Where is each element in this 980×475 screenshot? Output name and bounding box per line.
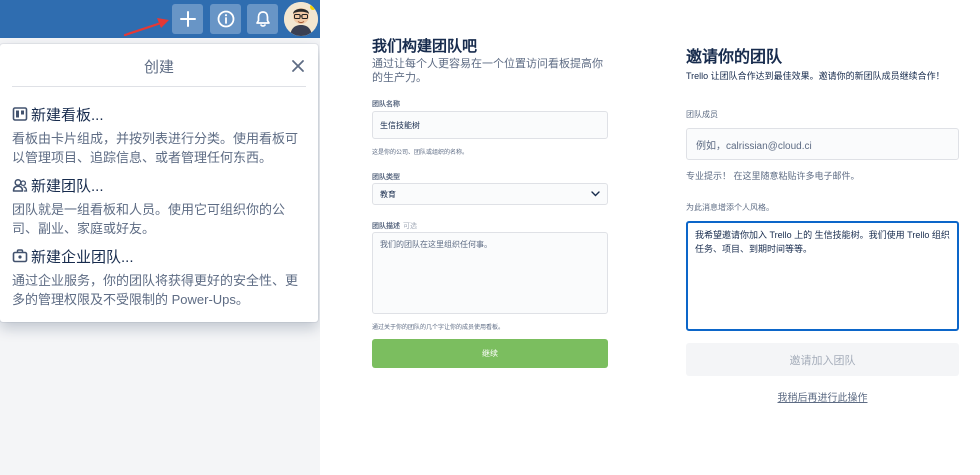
invite-to-team-button[interactable]: 邀请加入团队 <box>686 343 959 376</box>
team-description-label: 团队描述 可选 <box>372 221 417 231</box>
invite-title: 邀请你的团队 <box>686 49 783 66</box>
bell-icon <box>255 11 270 27</box>
team-form-subheading: 通过让每个人更容易在一个位置访问看板提高你的生产力。 <box>372 58 603 84</box>
invite-message-textarea[interactable]: 我希望邀请你加入 Trello 上的 生信技能树。我们使用 Trello 组织任… <box>686 221 959 331</box>
team-type-select[interactable]: 教育 <box>372 183 608 205</box>
team-type-value: 教育 <box>380 189 396 199</box>
popover-divider <box>12 86 306 87</box>
team-description-textarea[interactable]: 我们的团队在这里组织任何事。 <box>372 232 608 314</box>
info-button[interactable] <box>210 4 241 34</box>
create-enterprise-team-option[interactable]: 新建企业团队... 通过企业服务，你的团队将获得更好的安全性、更多的管理权限及不… <box>12 246 308 309</box>
chevron-down-icon <box>591 191 600 197</box>
close-icon[interactable] <box>290 58 306 74</box>
plus-icon <box>179 11 196 27</box>
create-popover: 创建 新建看板... 看板由卡片组成，并按列表进行分类。使用看板可以管理项目、追… <box>0 44 318 322</box>
team-description-label-text: 团队描述 <box>372 223 400 230</box>
info-icon <box>217 10 234 28</box>
board-icon <box>12 107 28 121</box>
create-board-option[interactable]: 新建看板... 看板由卡片组成，并按列表进行分类。使用看板可以管理项目、追踪信息… <box>12 104 308 167</box>
team-name-input[interactable]: 生信技能树 <box>372 111 608 139</box>
option-title: 新建团队... <box>31 177 104 195</box>
option-description: 看板由卡片组成，并按列表进行分类。使用看板可以管理项目、追踪信息、或者管理任何东… <box>12 131 299 165</box>
pro-tip: 专业提示！ 在这里随意粘贴许多电子邮件。 <box>686 171 860 181</box>
create-button[interactable] <box>172 4 203 34</box>
trello-board-area: 创建 新建看板... 看板由卡片组成，并按列表进行分类。使用看板可以管理项目、追… <box>0 0 320 475</box>
option-description: 团队就是一组看板和人员。使用它可组织你的公司、副业、家庭或好友。 <box>12 202 286 236</box>
option-title: 新建看板... <box>31 106 104 124</box>
option-description: 通过企业服务，你的团队将获得更好的安全性、更多的管理权限及不受限制的 Power… <box>12 273 299 307</box>
team-name-label: 团队名称 <box>372 101 400 108</box>
continue-button[interactable]: 继续 <box>372 339 608 368</box>
annotation-arrow-icon <box>123 18 169 37</box>
popover-title: 创建 <box>143 59 174 76</box>
notifications-button[interactable] <box>247 4 278 34</box>
team-members-input[interactable]: 例如，calrissian@cloud.ci <box>686 128 959 160</box>
user-avatar-icon <box>284 2 318 36</box>
team-name-hint: 这是你的公司、团队或组织的名称。 <box>372 150 469 156</box>
invite-subtitle: Trello 让团队合作达到最佳效果。邀请你的新团队成员继续合作！ <box>686 71 945 81</box>
optional-tag: 可选 <box>403 223 417 230</box>
create-team-option[interactable]: 新建团队... 团队就是一组看板和人员。使用它可组织你的公司、副业、家庭或好友。 <box>12 175 308 238</box>
option-title: 新建企业团队... <box>31 248 134 266</box>
briefcase-icon <box>12 249 28 263</box>
team-type-label: 团队类型 <box>372 174 400 181</box>
team-members-label: 团队成员 <box>686 110 718 119</box>
avatar[interactable] <box>284 2 318 36</box>
team-form-heading: 我们构建团队吧 <box>372 38 478 55</box>
screen: 创建 新建看板... 看板由卡片组成，并按列表进行分类。使用看板可以管理项目、追… <box>0 0 980 475</box>
team-icon <box>12 178 28 192</box>
personal-message-label: 为此消息增添个人风格。 <box>686 203 774 212</box>
do-later-link[interactable]: 我稍后再进行此操作 <box>686 389 959 404</box>
team-description-hint: 通过关于你的团队的几个字让你的成员使用看板。 <box>372 325 505 331</box>
